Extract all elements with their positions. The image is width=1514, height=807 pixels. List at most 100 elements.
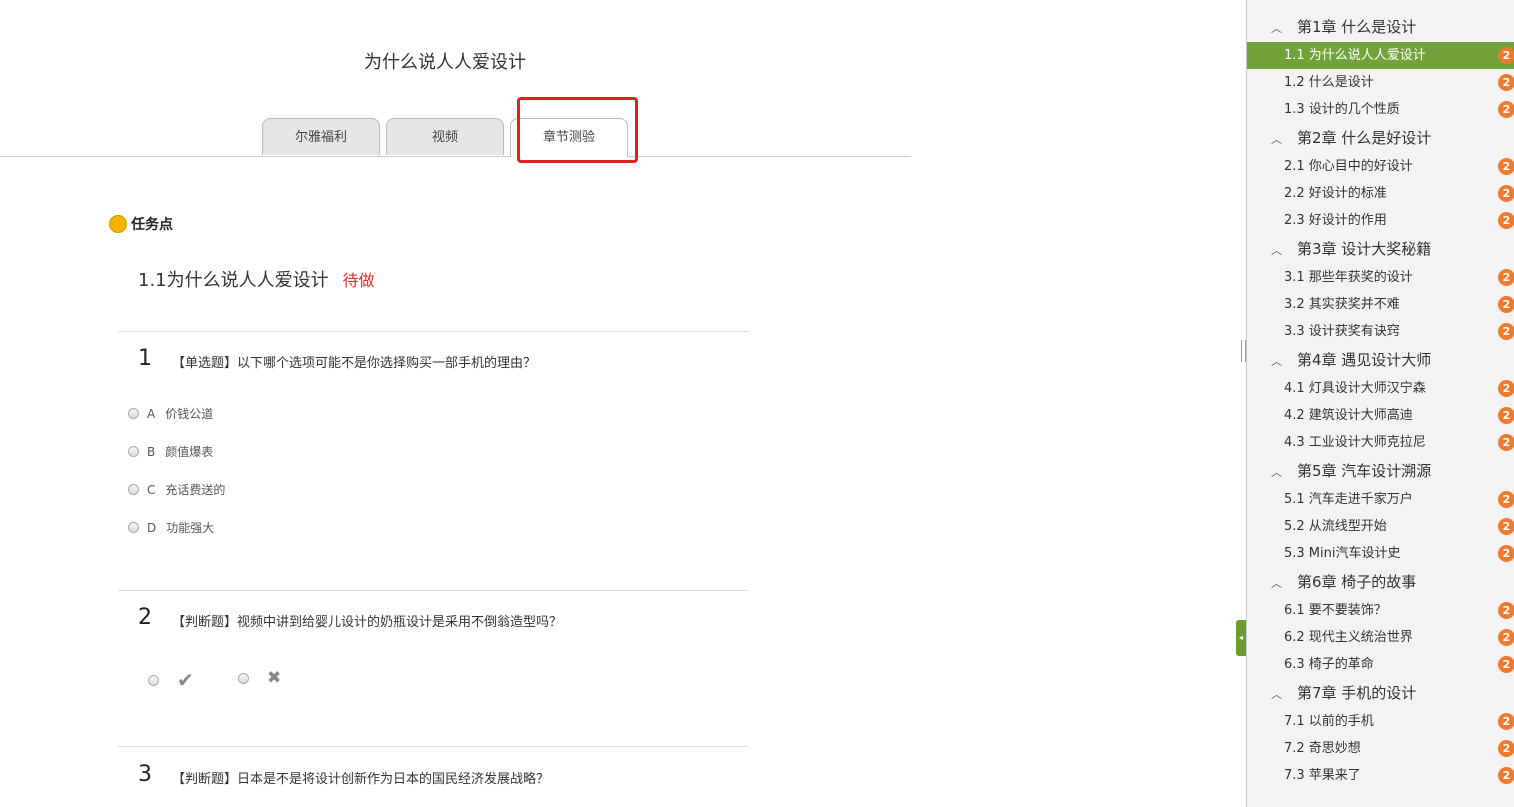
lesson-badge: 2 (1498, 713, 1514, 730)
sidebar-chapter-7[interactable]: ︿ 第7章 手机的设计 (1247, 678, 1514, 708)
sidebar-lesson-7-1[interactable]: 7.1 以前的手机 2 (1247, 708, 1514, 735)
radio-button[interactable] (128, 522, 139, 533)
chevron-up-icon: ︿ (1271, 688, 1282, 701)
lesson-badge: 2 (1498, 602, 1514, 619)
section-title: 1.1为什么说人人爱设计 待做 (138, 266, 375, 292)
radio-button[interactable] (128, 484, 139, 495)
radio-button[interactable] (128, 446, 139, 457)
lesson-label: 3.1 那些年获奖的设计 (1284, 270, 1413, 285)
sidebar-lesson-2-3[interactable]: 2.3 好设计的作用 2 (1247, 207, 1514, 234)
question-text: 【判断题】视频中讲到给婴儿设计的奶瓶设计是采用不倒翁造型吗？ (172, 615, 563, 630)
chapter-title: 第2章 什么是好设计 (1297, 129, 1432, 147)
option-letter: B (147, 444, 156, 459)
divider (118, 746, 748, 747)
chapter-title: 第6章 椅子的故事 (1297, 573, 1417, 591)
sidebar-chapter-1[interactable]: ︿ 第1章 什么是设计 (1247, 12, 1514, 42)
lesson-badge: 2 (1498, 491, 1514, 508)
lesson-badge: 2 (1498, 518, 1514, 535)
cross-icon: ✖ (267, 668, 282, 688)
sidebar-lesson-5-3[interactable]: 5.3 Mini汽车设计史 2 (1247, 540, 1514, 567)
lesson-label: 6.3 椅子的革命 (1284, 657, 1374, 672)
sidebar-lesson-5-2[interactable]: 5.2 从流线型开始 2 (1247, 513, 1514, 540)
divider (118, 590, 748, 591)
option-false[interactable]: ✖ (238, 668, 281, 688)
lesson-badge: 2 (1498, 74, 1514, 91)
option-text: 功能强大 (166, 521, 215, 535)
sidebar-lesson-6-3[interactable]: 6.3 椅子的革命 2 (1247, 651, 1514, 678)
lesson-label: 2.2 好设计的标准 (1284, 186, 1387, 201)
chapter-title: 第5章 汽车设计溯源 (1297, 462, 1432, 480)
sidebar-lesson-6-1[interactable]: 6.1 要不要装饰？ 2 (1247, 597, 1514, 624)
question-number: 3 (138, 762, 152, 787)
chapter-title: 第7章 手机的设计 (1297, 684, 1417, 702)
chapter-title: 第4章 遇见设计大师 (1297, 351, 1432, 369)
lesson-badge: 2 (1498, 101, 1514, 118)
sidebar-lesson-1-3[interactable]: 1.3 设计的几个性质 2 (1247, 96, 1514, 123)
sidebar-lesson-7-2[interactable]: 7.2 奇思妙想 2 (1247, 735, 1514, 762)
sidebar-chapter-2[interactable]: ︿ 第2章 什么是好设计 (1247, 123, 1514, 153)
lesson-label: 7.3 苹果来了 (1284, 768, 1361, 783)
radio-button[interactable] (238, 672, 249, 684)
lesson-badge: 2 (1498, 407, 1514, 424)
task-point-label: 任务点 (131, 217, 173, 233)
question-number: 2 (138, 605, 152, 630)
tab-video[interactable]: 视频 (386, 118, 504, 155)
lesson-label: 4.1 灯具设计大师汉宁森 (1284, 381, 1426, 396)
option-true[interactable]: ✔ (148, 668, 194, 692)
sidebar-lesson-1-2[interactable]: 1.2 什么是设计 2 (1247, 69, 1514, 96)
chapter-title: 第1章 什么是设计 (1297, 18, 1417, 36)
lesson-label: 6.1 要不要装饰？ (1284, 603, 1387, 618)
lesson-badge: 2 (1498, 767, 1514, 784)
lesson-label: 6.2 现代主义统治世界 (1284, 630, 1413, 645)
sidebar-lesson-6-2[interactable]: 6.2 现代主义统治世界 2 (1247, 624, 1514, 651)
lesson-label: 1.2 什么是设计 (1284, 75, 1374, 90)
sidebar-chapter-5[interactable]: ︿ 第5章 汽车设计溯源 (1247, 456, 1514, 486)
sidebar-lesson-4-2[interactable]: 4.2 建筑设计大师高迪 2 (1247, 402, 1514, 429)
chevron-up-icon: ︿ (1271, 133, 1282, 146)
lesson-badge: 2 (1498, 656, 1514, 673)
sidebar-lesson-2-2[interactable]: 2.2 好设计的标准 2 (1247, 180, 1514, 207)
task-point-icon (109, 215, 127, 233)
radio-button[interactable] (128, 408, 139, 419)
chevron-up-icon: ︿ (1271, 577, 1282, 590)
sidebar-lesson-4-1[interactable]: 4.1 灯具设计大师汉宁森 2 (1247, 375, 1514, 402)
sidebar-lesson-4-3[interactable]: 4.3 工业设计大师克拉尼 2 (1247, 429, 1514, 456)
sidebar-lesson-3-2[interactable]: 3.2 其实获奖并不难 2 (1247, 291, 1514, 318)
section-title-text: 1.1为什么说人人爱设计 (138, 270, 329, 291)
chevron-up-icon: ︿ (1271, 22, 1282, 35)
option-b[interactable]: B 颜值爆表 (128, 443, 213, 460)
page-title: 为什么说人人爱设计 (364, 52, 526, 73)
option-letter: C (147, 482, 156, 497)
radio-button[interactable] (148, 674, 159, 686)
lesson-badge: 2 (1498, 158, 1514, 175)
sidebar-lesson-7-3[interactable]: 7.3 苹果来了 2 (1247, 762, 1514, 789)
option-c[interactable]: C 充话费送的 (128, 481, 225, 498)
lesson-badge: 2 (1498, 545, 1514, 562)
lesson-label: 1.1 为什么说人人爱设计 (1284, 48, 1426, 63)
sidebar-lesson-3-1[interactable]: 3.1 那些年获奖的设计 2 (1247, 264, 1514, 291)
sidebar-lesson-1-1[interactable]: 1.1 为什么说人人爱设计 2 (1247, 42, 1514, 69)
question-text: 【判断题】日本是不是将设计创新作为日本的国民经济发展战略？ (172, 772, 550, 787)
sidebar-lesson-5-1[interactable]: 5.1 汽车走进千家万户 2 (1247, 486, 1514, 513)
lesson-label: 7.2 奇思妙想 (1284, 741, 1361, 756)
chevron-up-icon: ︿ (1271, 355, 1282, 368)
tab-erya-welfare[interactable]: 尔雅福利 (262, 118, 380, 155)
sidebar-lesson-3-3[interactable]: 3.3 设计获奖有诀窍 2 (1247, 318, 1514, 345)
main-content: 为什么说人人爱设计 尔雅福利 视频 章节测验 任务点 1.1为什么说人人爱设计待… (0, 0, 1240, 807)
lesson-badge: 2 (1498, 740, 1514, 757)
option-a[interactable]: A 价钱公道 (128, 405, 213, 422)
sidebar-chapter-4[interactable]: ︿ 第4章 遇见设计大师 (1247, 345, 1514, 375)
status-badge: 待做 (342, 271, 375, 290)
sidebar-chapter-6[interactable]: ︿ 第6章 椅子的故事 (1247, 567, 1514, 597)
chapter-sidebar: ︿ 第1章 什么是设计 1.1 为什么说人人爱设计 2 1.2 什么是设计 2 1.3… (1246, 0, 1514, 807)
option-text: 颜值爆表 (165, 445, 214, 459)
lesson-label: 4.2 建筑设计大师高迪 (1284, 408, 1413, 423)
option-letter: A (147, 406, 156, 421)
option-d[interactable]: D 功能强大 (128, 519, 214, 536)
lesson-badge: 2 (1498, 296, 1514, 313)
lesson-label: 7.1 以前的手机 (1284, 714, 1374, 729)
chevron-up-icon: ︿ (1271, 466, 1282, 479)
sidebar-lesson-2-1[interactable]: 2.1 你心目中的好设计 2 (1247, 153, 1514, 180)
sidebar-chapter-3[interactable]: ︿ 第3章 设计大奖秘籍 (1247, 234, 1514, 264)
collapse-sidebar-icon[interactable]: ◂ (1236, 620, 1246, 656)
